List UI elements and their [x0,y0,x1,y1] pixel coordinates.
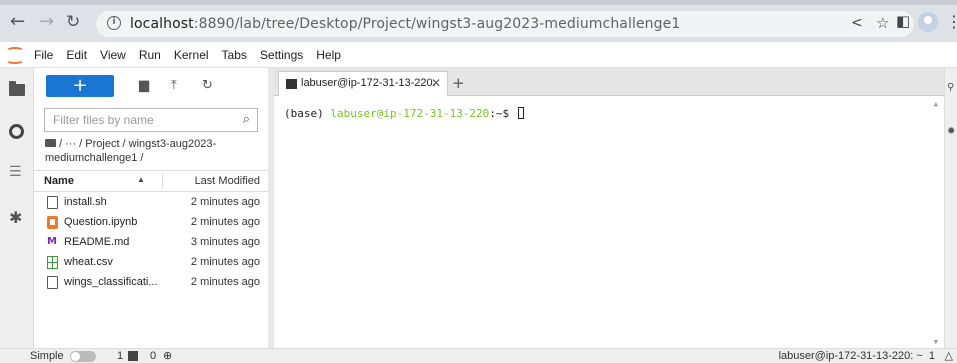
home-folder-icon[interactable] [45,139,56,147]
reload-icon[interactable]: ↻ [66,14,80,31]
right-sidebar: ⚲ ✹ [944,68,957,348]
main-tab-bar: labuser@ip-172-31-13-220: ✕ + [274,68,944,96]
menu-settings[interactable]: Settings [260,48,303,62]
file-browser: + ▆ ⤒ ↻ ⌕ / ··· / Project / wingst3-aug2… [34,68,268,348]
notebook-icon [47,216,58,229]
menubar: File Edit View Run Kernel Tabs Settings … [0,42,957,68]
bookmark-star-icon[interactable]: ☆ [876,14,889,32]
file-modified: 2 minutes ago [190,256,260,268]
sort-ascending-icon[interactable]: ▲ [137,175,145,184]
kernel-count[interactable]: 0 [150,350,156,362]
prompt-user: labuser@ip-172-31-13-220 [330,107,490,120]
file-row[interactable]: wings_classificati... 2 minutes ago [34,273,268,293]
upload-icon[interactable]: ⤒ [171,78,177,93]
site-info-icon[interactable]: i [107,16,121,30]
jupyter-logo-icon [6,47,24,64]
file-modified: 2 minutes ago [190,216,260,228]
back-icon[interactable]: ← [10,13,25,31]
new-folder-icon[interactable]: ▆ [139,78,149,93]
extensions-puzzle-icon[interactable]: ✱ [9,208,22,227]
terminal-icon [286,79,297,89]
tab-strip [0,0,957,5]
menu-tabs[interactable]: Tabs [222,48,247,62]
file-name: install.sh [64,196,107,208]
notification-bell-icon[interactable]: △ [945,349,953,362]
running-sessions-icon[interactable] [9,124,24,139]
status-terminal-info[interactable]: labuser@ip-172-31-13-220: ~ 1 [779,350,935,362]
file-modified: 3 minutes ago [190,236,260,248]
status-bar: Simple 1 0 ⊕ labuser@ip-172-31-13-220: ~… [0,348,957,363]
file-modified: 2 minutes ago [190,276,260,288]
terminal-status-icon[interactable] [128,351,138,361]
left-activity-bar: ☰ ✱ [0,68,34,348]
terminal-cursor [517,107,524,119]
file-modified: 2 minutes ago [190,196,260,208]
column-divider[interactable] [162,173,163,189]
markdown-icon: M [47,236,57,247]
debugger-icon[interactable]: ✹ [947,126,955,137]
file-name: Question.ipynb [64,216,138,228]
file-filter-input[interactable] [53,113,233,127]
profile-avatar-icon[interactable] [918,12,938,32]
folder-icon[interactable] [9,81,25,96]
breadcrumb[interactable]: / ··· / Project / wingst3-aug2023-medium… [45,137,255,165]
terminal-count[interactable]: 1 [117,350,123,362]
search-icon: ⌕ [242,112,250,127]
property-inspector-icon[interactable]: ⚲ [947,82,954,93]
url-path: :8890/lab/tree/Desktop/Project/wingst3-a… [193,16,681,32]
file-row[interactable]: Question.ipynb 2 minutes ago [34,213,268,233]
prompt-env: (base) [284,107,331,120]
tab-label: labuser@ip-172-31-13-220: [301,77,436,89]
file-icon [47,196,58,209]
breadcrumb-path[interactable]: / ··· / Project / wingst3-aug2023-medium… [45,138,216,164]
share-icon[interactable]: < [851,15,863,31]
sidepanel-icon[interactable]: ◧ [896,12,910,30]
menu-view[interactable]: View [100,48,126,62]
status-terminal-name: labuser@ip-172-31-13-220: ~ [778,350,923,362]
file-name: wings_classificati... [64,276,158,288]
close-icon[interactable]: ✕ [431,76,441,90]
url-text[interactable]: localhost:8890/lab/tree/Desktop/Project/… [130,16,680,32]
file-filter-box: ⌕ [44,108,258,132]
file-row[interactable]: install.sh 2 minutes ago [34,193,268,213]
file-browser-toolbar: + ▆ ⤒ ↻ [34,68,268,104]
status-terminal-count: 1 [928,350,935,362]
csv-icon [47,256,58,269]
file-list-header: Name ▲ Last Modified [34,170,268,192]
simple-mode-toggle[interactable] [70,351,96,362]
column-name-header[interactable]: Name [44,175,74,187]
forward-icon[interactable]: → [39,13,54,31]
add-tab-icon[interactable]: + [452,74,465,92]
file-row[interactable]: wheat.csv 2 minutes ago [34,253,268,273]
file-row[interactable]: M README.md 3 minutes ago [34,233,268,253]
column-modified-header[interactable]: Last Modified [195,175,260,187]
scroll-up-icon[interactable]: ▲ [934,100,938,108]
menu-edit[interactable]: Edit [66,48,87,62]
tab-terminal[interactable]: labuser@ip-172-31-13-220: ✕ [278,71,448,96]
file-name: wheat.csv [64,256,113,268]
terminal-prompt-line[interactable]: (base) labuser@ip-172-31-13-220:~$ [284,107,524,120]
kebab-menu-icon[interactable]: ⋮ [946,12,957,31]
file-name: README.md [64,236,130,248]
address-bar[interactable]: i localhost:8890/lab/tree/Desktop/Projec… [96,11,914,37]
menu-kernel[interactable]: Kernel [174,48,209,62]
browser-chrome: ← → ↻ i localhost:8890/lab/tree/Desktop/… [0,0,957,42]
menu-run[interactable]: Run [139,48,161,62]
terminal-panel[interactable]: (base) labuser@ip-172-31-13-220:~$ ▲ ▼ [274,96,942,348]
menu-items: File Edit View Run Kernel Tabs Settings … [34,48,354,62]
table-of-contents-icon[interactable]: ☰ [9,164,22,180]
menu-file[interactable]: File [34,48,53,62]
refresh-icon[interactable]: ↻ [202,78,213,93]
kernel-status-icon[interactable]: ⊕ [163,349,172,362]
prompt-suffix: :~$ [489,107,516,120]
new-launcher-button[interactable]: + [46,75,114,97]
simple-mode-label: Simple [30,350,64,362]
url-host: localhost [130,16,194,32]
menu-help[interactable]: Help [316,48,341,62]
file-icon [47,276,58,289]
scroll-down-icon[interactable]: ▼ [934,338,938,346]
